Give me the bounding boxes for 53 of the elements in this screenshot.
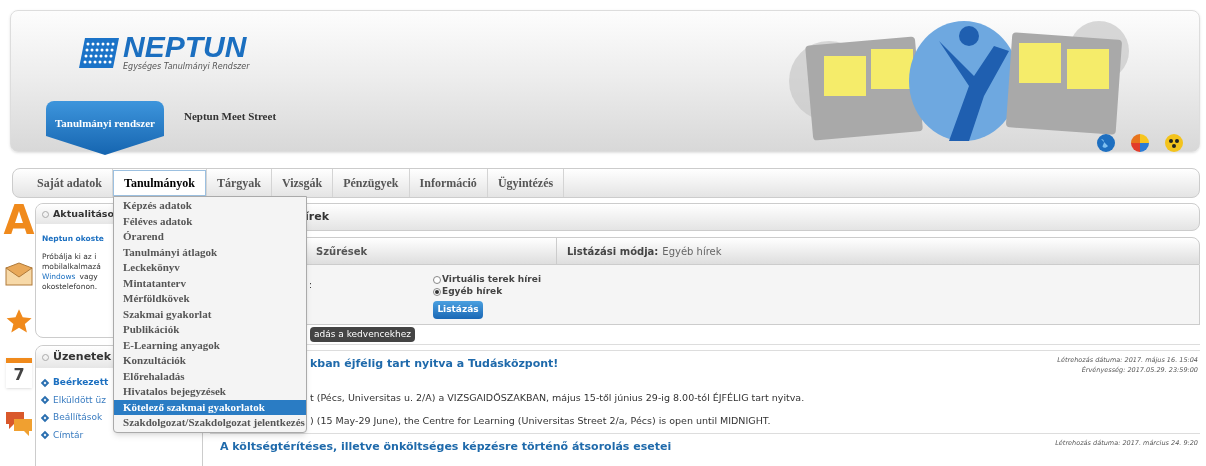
dropdown-item[interactable]: Szakdolgozat/Szakdolgozat jelentkezés xyxy=(114,415,306,431)
dropdown-item[interactable]: Képzés adatok xyxy=(114,198,306,214)
radio-button[interactable] xyxy=(433,288,441,296)
menu-item[interactable]: Tárgyak xyxy=(206,170,271,196)
tooltip: adás a kedvencekhez xyxy=(310,327,416,342)
radio-button[interactable] xyxy=(433,276,441,284)
menu-item[interactable]: Vizsgák xyxy=(271,170,333,196)
box-title: Üzenetek xyxy=(53,348,112,365)
logo-title: NEPTUN xyxy=(123,33,247,61)
dropdown-item[interactable]: Publikációk xyxy=(114,322,306,338)
globe-icon[interactable] xyxy=(1096,133,1116,153)
dropdown-item[interactable]: E-Learning anyagok xyxy=(114,337,306,353)
message-link[interactable]: Beérkezett xyxy=(53,376,109,390)
menu-item[interactable]: Saját adatok xyxy=(27,170,112,196)
listing-mode-value: Egyéb hírek xyxy=(662,244,722,259)
menu-item[interactable]: Tanulmányok xyxy=(113,170,206,196)
message-link[interactable]: Elküldött üz xyxy=(53,393,106,407)
dropdown-item[interactable]: Kötelező szakmai gyakorlatok xyxy=(114,399,306,415)
logo-icon xyxy=(79,38,119,68)
dropdown-item[interactable]: Szakmai gyakorlat xyxy=(114,306,306,322)
dropdown-item[interactable]: Mérföldkövek xyxy=(114,291,306,307)
dropdown-item[interactable]: Leckekönyv xyxy=(114,260,306,276)
dropdown-item[interactable]: Órarend xyxy=(114,229,306,245)
dropdown-item[interactable]: Tanulmányi átlagok xyxy=(114,244,306,260)
menu-item[interactable]: Információ xyxy=(409,170,487,196)
system-tab[interactable]: Neptun Meet Street xyxy=(180,101,281,131)
box-title: Aktualitáso xyxy=(53,206,115,221)
dots-icon[interactable] xyxy=(1164,133,1184,153)
news-title[interactable]: kban éjfélig tart nyitva a Tudásközpont! xyxy=(310,356,805,373)
logo-subtitle: Egységes Tanulmányi Rendszer xyxy=(123,61,250,73)
message-link[interactable]: Beállítások xyxy=(53,411,103,425)
color-ball-icon[interactable] xyxy=(1130,133,1150,153)
menu-item[interactable]: Pénzügyek xyxy=(333,170,409,196)
radio-label: Egyéb hírek xyxy=(442,285,503,299)
news-title[interactable]: A költségtérítéses, illetve önköltséges képzésre történő átsorolás esetei xyxy=(220,439,672,456)
list-button[interactable]: Listázás xyxy=(433,301,483,319)
news-paragraph: t (Pécs, Universitas u. 2/A) a VIZSGAIDŐSZAKBAN, május 15-től június 29-ig 8.00-tól ÉJFÉLIG tart nyitva. xyxy=(310,390,805,405)
dropdown-item[interactable]: Hivatalos bejegyzések xyxy=(114,384,306,400)
dropdown-item[interactable]: Konzultációk xyxy=(114,353,306,369)
menu-item[interactable]: Ügyintézés xyxy=(487,170,564,196)
calendar-icon[interactable]: 7 xyxy=(6,358,32,388)
system-tab[interactable]: Tanulmányi rendszer xyxy=(46,101,164,155)
message-link[interactable]: Címtár xyxy=(53,428,84,442)
dropdown-item[interactable]: Előrehaladás xyxy=(114,368,306,384)
listing-mode: Listázási módja: xyxy=(567,244,659,259)
chat-icon[interactable] xyxy=(4,410,34,438)
envelope-icon[interactable] xyxy=(5,262,33,286)
filter-label[interactable]: Szűrések xyxy=(316,243,556,259)
dropdown-item[interactable]: Mintatanterv xyxy=(114,275,306,291)
dropdown-item[interactable]: Féléves adatok xyxy=(114,213,306,229)
field-label: : xyxy=(309,279,314,292)
radio-label: Virtuális terek hírei xyxy=(442,273,541,286)
news-paragraph: ) (15 May-29 June), the Centre for Learning (Universitas Street 2/a, Pécs) is open until MIDNIGHT. xyxy=(310,413,772,428)
